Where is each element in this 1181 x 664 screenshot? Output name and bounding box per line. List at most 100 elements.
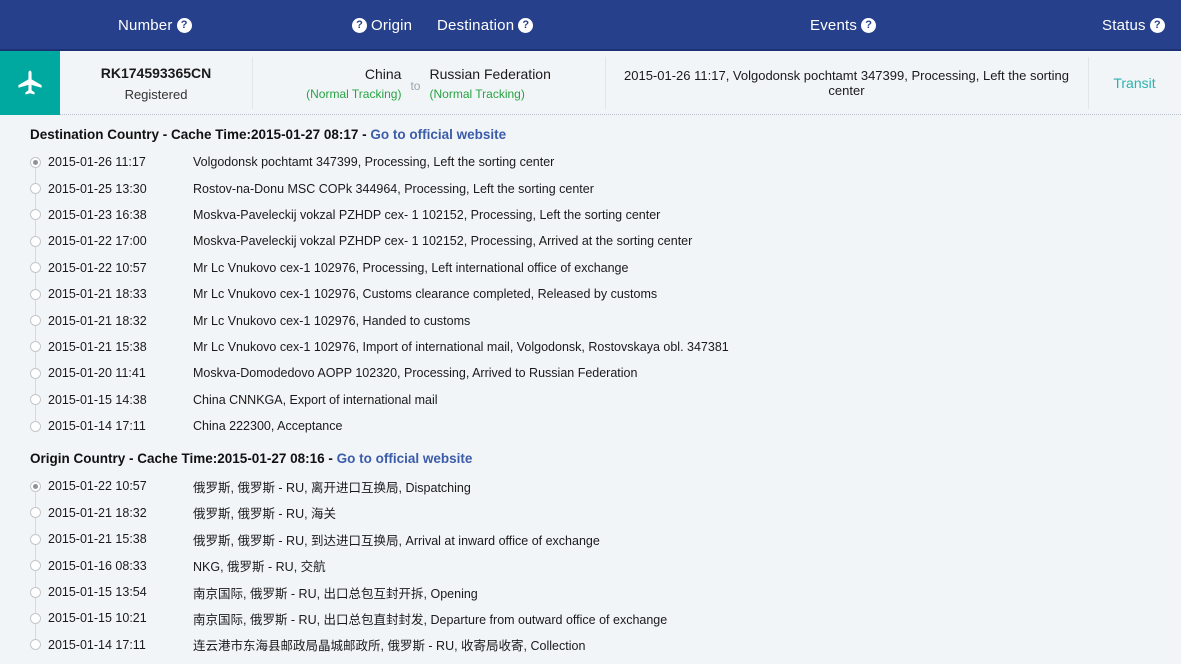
column-header-origin-label: Origin [371,17,413,34]
column-header-status[interactable]: Status ? [1102,0,1169,51]
timeline-dot-icon [30,586,41,598]
timeline-event-row: 2015-01-21 18:32 俄罗斯, 俄罗斯 - RU, 海关 [30,500,1181,540]
event-time: 2015-01-21 18:32 [48,505,147,520]
tracking-number-cell[interactable]: RK174593365CN Registered [60,51,252,115]
event-description: Rostov-na-Donu MSC COPk 344964, Processi… [193,181,594,196]
timeline-dot-icon [30,507,41,519]
help-circle-icon[interactable]: ? [518,18,534,33]
event-description: Mr Lc Vnukovo cex-1 102976, Import of in… [193,339,729,354]
timeline-dot-icon [30,315,41,327]
timeline-event-row: 2015-01-21 18:32 Mr Lc Vnukovo cex-1 1029… [30,307,1181,347]
timeline-event-row: 2015-01-20 11:41 Moskva-Domodedovo AOPP 1… [30,360,1181,400]
timeline-dot-active-icon [30,480,41,492]
help-circle-icon[interactable]: ? [861,18,877,33]
event-description: 连云港市东海县邮政局晶城邮政所, 俄罗斯 - RU, 收寄局收寄, Collec… [193,639,586,654]
event-time: 2015-01-26 11:17 [48,155,146,170]
event-description: Mr Lc Vnukovo cex-1 102976, Processing, … [193,260,629,275]
service-type: Registered [124,86,188,102]
event-description: 俄罗斯, 俄罗斯 - RU, 离开进口互换局, Dispatching [193,480,471,495]
column-header-events[interactable]: Events ? [810,0,880,51]
event-description: China 222300, Acceptance [193,419,343,434]
latest-event-cell: 2015-01-26 11:17, Volgodonsk pochtamt 34… [605,51,1088,115]
tracking-number[interactable]: RK174593365CN [101,65,212,81]
timeline-event-row: 2015-01-15 10:21 南京国际, 俄罗斯 - RU, 出口总包直封封发… [30,605,1181,645]
destination-block: Russian Federation (Normal Tracking) [429,66,550,101]
timeline-dot-icon [30,235,41,247]
section-title: Origin Country - Cache Time:2015-01-27 0… [0,439,1181,473]
event-time: 2015-01-14 17:11 [48,637,146,652]
timeline-event-row: 2015-01-22 17:00 Moskva-Paveleckij vokzal… [30,228,1181,268]
column-header-destination-label: Destination [437,17,515,34]
timeline-event-row: 2015-01-25 13:30 Rostov-na-Donu MSC COPk … [30,175,1181,215]
event-description: Volgodonsk pochtamt 347399, Processing, … [193,155,555,170]
event-description: 南京国际, 俄罗斯 - RU, 出口总包直封封发, Departure from… [193,612,668,627]
event-description: Moskva-Paveleckij vokzal PZHDP cex- 1 10… [193,234,693,249]
timeline-dot-active-icon [30,156,41,168]
timeline-dot-icon [30,341,41,353]
timeline-event-row: 2015-01-22 10:57 俄罗斯, 俄罗斯 - RU, 离开进口互换局, … [30,473,1181,513]
tracking-sections: Destination Country - Cache Time:2015-01… [0,115,1181,658]
help-circle-icon[interactable]: ? [176,18,192,33]
event-description: Moskva-Domodedovo AOPP 102320, Processin… [193,366,638,381]
timeline-event-row: 2015-01-21 15:38 俄罗斯, 俄罗斯 - RU, 到达进口互换局, … [30,526,1181,566]
tracking-summary-row[interactable]: RK174593365CN Registered China (Normal T… [0,51,1181,115]
status-cell: Transit [1088,51,1181,115]
timeline-event-row: 2015-01-15 14:38 China CNNKGA, Export of … [30,387,1181,427]
event-description: Mr Lc Vnukovo cex-1 102976, Handed to cu… [193,313,471,328]
timeline-dot-icon [30,533,41,545]
event-time: 2015-01-16 08:33 [48,558,147,573]
timeline-dot-icon [30,183,41,195]
section-cache-time: 2015-01-27 08:17 [251,127,359,142]
section-title: Destination Country - Cache Time:2015-01… [0,115,1181,149]
column-header-destination[interactable]: Destination ? [437,0,537,51]
event-description: NKG, 俄罗斯 - RU, 交航 [193,560,326,575]
event-timeline: 2015-01-26 11:17 Volgodonsk pochtamt 3473… [0,149,1181,439]
column-header-number-label: Number [118,17,173,34]
event-time: 2015-01-21 18:32 [48,313,147,328]
airplane-icon [15,68,45,98]
section-title-prefix: Origin Country - Cache Time: [30,451,218,467]
event-time: 2015-01-21 15:38 [48,532,147,547]
timeline-event-row: 2015-01-16 08:33 NKG, 俄罗斯 - RU, 交航 [30,552,1181,593]
destination-country: Russian Federation [429,65,551,82]
latest-event-text: 2015-01-26 11:17, Volgodonsk pochtamt 34… [624,68,1069,98]
section-title-separator: - [324,451,337,467]
origin-tracking-mode: (Normal Tracking) [306,86,402,101]
timeline-event-row: 2015-01-23 16:38 Moskva-Paveleckij vokzal… [30,202,1181,242]
column-header-origin[interactable]: ? Origin [348,0,412,51]
help-circle-icon[interactable]: ? [1149,18,1165,33]
route-separator: to [410,79,421,93]
event-time: 2015-01-15 10:21 [48,611,147,626]
timeline-event-row: 2015-01-22 10:57 Mr Lc Vnukovo cex-1 1029… [30,255,1181,295]
column-header-number[interactable]: Number ? [118,0,196,51]
timeline-event-row: 2015-01-26 11:17 Volgodonsk pochtamt 3473… [30,149,1181,189]
timeline-dot-icon [30,288,41,300]
event-time: 2015-01-15 14:38 [48,392,147,407]
event-time: 2015-01-25 13:30 [48,181,147,196]
event-description: China CNNKGA, Export of international ma… [193,392,438,407]
timeline-dot-icon [30,367,41,379]
event-description: 俄罗斯, 俄罗斯 - RU, 海关 [193,507,337,522]
event-time: 2015-01-23 16:38 [48,207,147,222]
event-time: 2015-01-20 11:41 [48,366,146,381]
help-circle-icon[interactable]: ? [352,18,367,33]
timeline-event-row: 2015-01-14 17:11 连云港市东海县邮政局晶城邮政所, 俄罗斯 - R… [30,632,1181,658]
transport-type-cell [0,51,60,115]
event-description: Mr Lc Vnukovo cex-1 102976, Customs clea… [193,287,658,302]
official-website-link[interactable]: Go to official website [337,451,473,466]
event-timeline: 2015-01-22 10:57 俄罗斯, 俄罗斯 - RU, 离开进口互换局, … [0,473,1181,658]
event-description: Moskva-Paveleckij vokzal PZHDP cex- 1 10… [193,207,661,222]
column-header-events-label: Events [810,17,858,34]
timeline-dot-icon [30,209,41,221]
official-website-link[interactable]: Go to official website [370,127,506,142]
event-time: 2015-01-22 17:00 [48,234,147,249]
timeline-dot-icon [30,394,41,406]
table-header: Number ? ? Origin Destination ? Events ?… [0,0,1181,51]
timeline-dot-icon [30,560,41,572]
timeline-event-row: 2015-01-15 13:54 南京国际, 俄罗斯 - RU, 出口总包互封开拆… [30,579,1181,619]
timeline-event-row: 2015-01-21 18:33 Mr Lc Vnukovo cex-1 1029… [30,281,1181,321]
origin-country: China [364,65,402,82]
section-cache-time: 2015-01-27 08:16 [217,451,325,467]
event-time: 2015-01-22 10:57 [48,260,147,275]
origin-block: China (Normal Tracking) [306,66,401,101]
